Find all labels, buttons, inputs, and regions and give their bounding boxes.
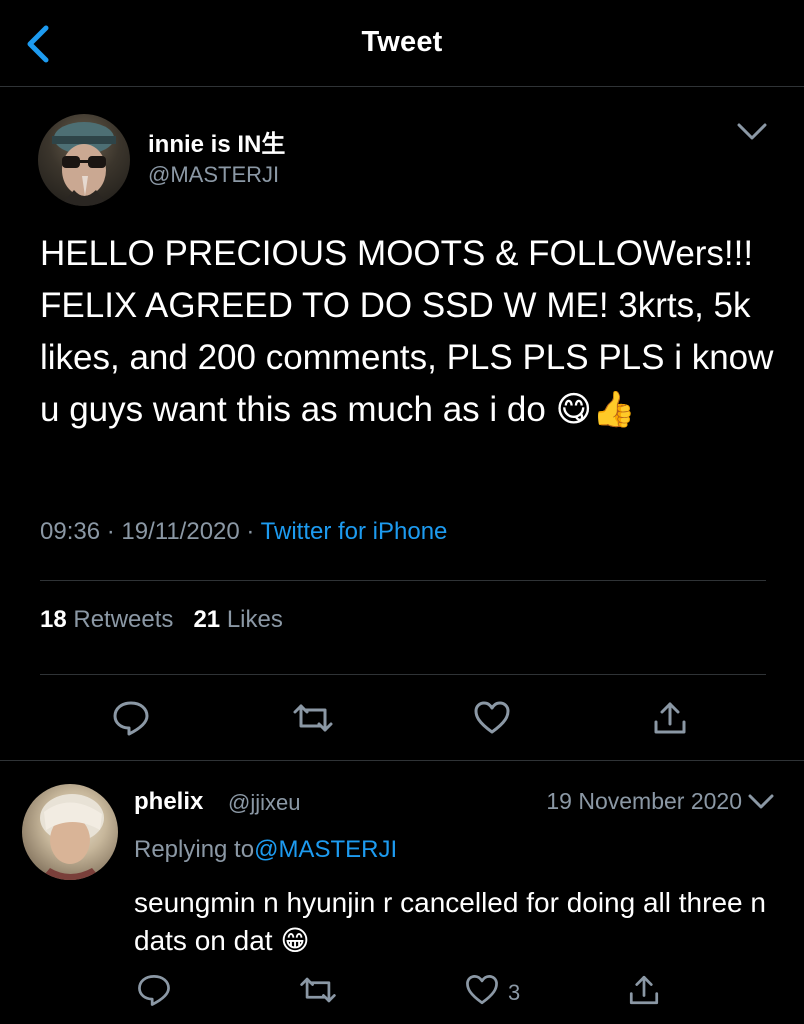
tweet-time: 09:36 <box>40 518 101 545</box>
retweet-icon <box>300 977 336 1003</box>
retweet-button[interactable] <box>291 696 335 740</box>
heart-icon <box>466 975 498 1005</box>
tweet-text: HELLO PRECIOUS MOOTS & FOLLOWers!!! FELI… <box>40 234 774 429</box>
retweets-count: 18 <box>40 606 67 633</box>
reply-button[interactable] <box>109 696 153 740</box>
reply-like-button[interactable] <box>462 970 502 1010</box>
chevron-down-icon <box>748 794 774 809</box>
share-icon <box>654 702 686 734</box>
share-button[interactable] <box>648 696 692 740</box>
tweet-source-link[interactable]: Twitter for iPhone <box>261 518 448 545</box>
author-name[interactable]: innie is IN生 <box>148 124 285 159</box>
divider <box>0 760 804 761</box>
reply-share-button[interactable] <box>624 970 664 1010</box>
reply-date: 19 November 2020 <box>546 788 742 814</box>
likes-label: Likes <box>226 606 283 633</box>
heart-icon <box>474 701 510 734</box>
reply-reply-button[interactable] <box>134 970 174 1010</box>
top-bar: Tweet <box>0 0 804 87</box>
retweet-icon <box>293 704 333 732</box>
reply-like-count: 3 <box>508 980 521 1005</box>
chevron-down-icon <box>737 123 767 140</box>
like-button[interactable] <box>470 696 514 740</box>
retweets-stat[interactable]: 18 Retweets <box>40 606 173 633</box>
likes-stat[interactable]: 21 Likes <box>193 606 282 633</box>
reply-more-options-button[interactable] <box>746 790 776 814</box>
replying-to-label: Replying to <box>134 836 255 863</box>
reply-avatar[interactable] <box>22 784 118 880</box>
tweet-meta: 09:36 · 19/11/2020 · Twitter for iPhone <box>40 518 447 546</box>
avatar-image <box>40 794 104 880</box>
likes-count: 21 <box>193 606 221 633</box>
author-handle[interactable]: @MASTERJI <box>148 162 279 188</box>
reply-text: seungmin n hyunjin r cancelled for doing… <box>134 887 766 956</box>
comment-icon <box>138 975 170 1006</box>
divider <box>40 674 766 675</box>
engagement-stats: 18 Retweets 21 Likes <box>40 606 283 634</box>
reply-retweet-button[interactable] <box>298 970 338 1010</box>
reply-author-name[interactable]: phelix <box>134 788 203 816</box>
share-icon <box>629 975 659 1005</box>
replying-to-mention[interactable]: @MASTERJI <box>254 836 397 863</box>
replying-to-line: Replying to@MASTERJI <box>134 836 397 864</box>
avatar[interactable] <box>38 114 130 206</box>
separator-dot: · <box>246 518 261 545</box>
more-options-button[interactable] <box>734 118 770 146</box>
avatar-image <box>52 122 116 206</box>
retweets-label: Retweets <box>73 606 174 633</box>
divider <box>40 580 766 581</box>
tweet-date: 19/11/2020 <box>121 518 240 545</box>
reply-author-handle[interactable]: @jjixeu <box>228 790 300 816</box>
comment-icon <box>113 701 149 736</box>
page-title: Tweet <box>361 26 443 58</box>
separator-dot: · <box>106 518 122 545</box>
